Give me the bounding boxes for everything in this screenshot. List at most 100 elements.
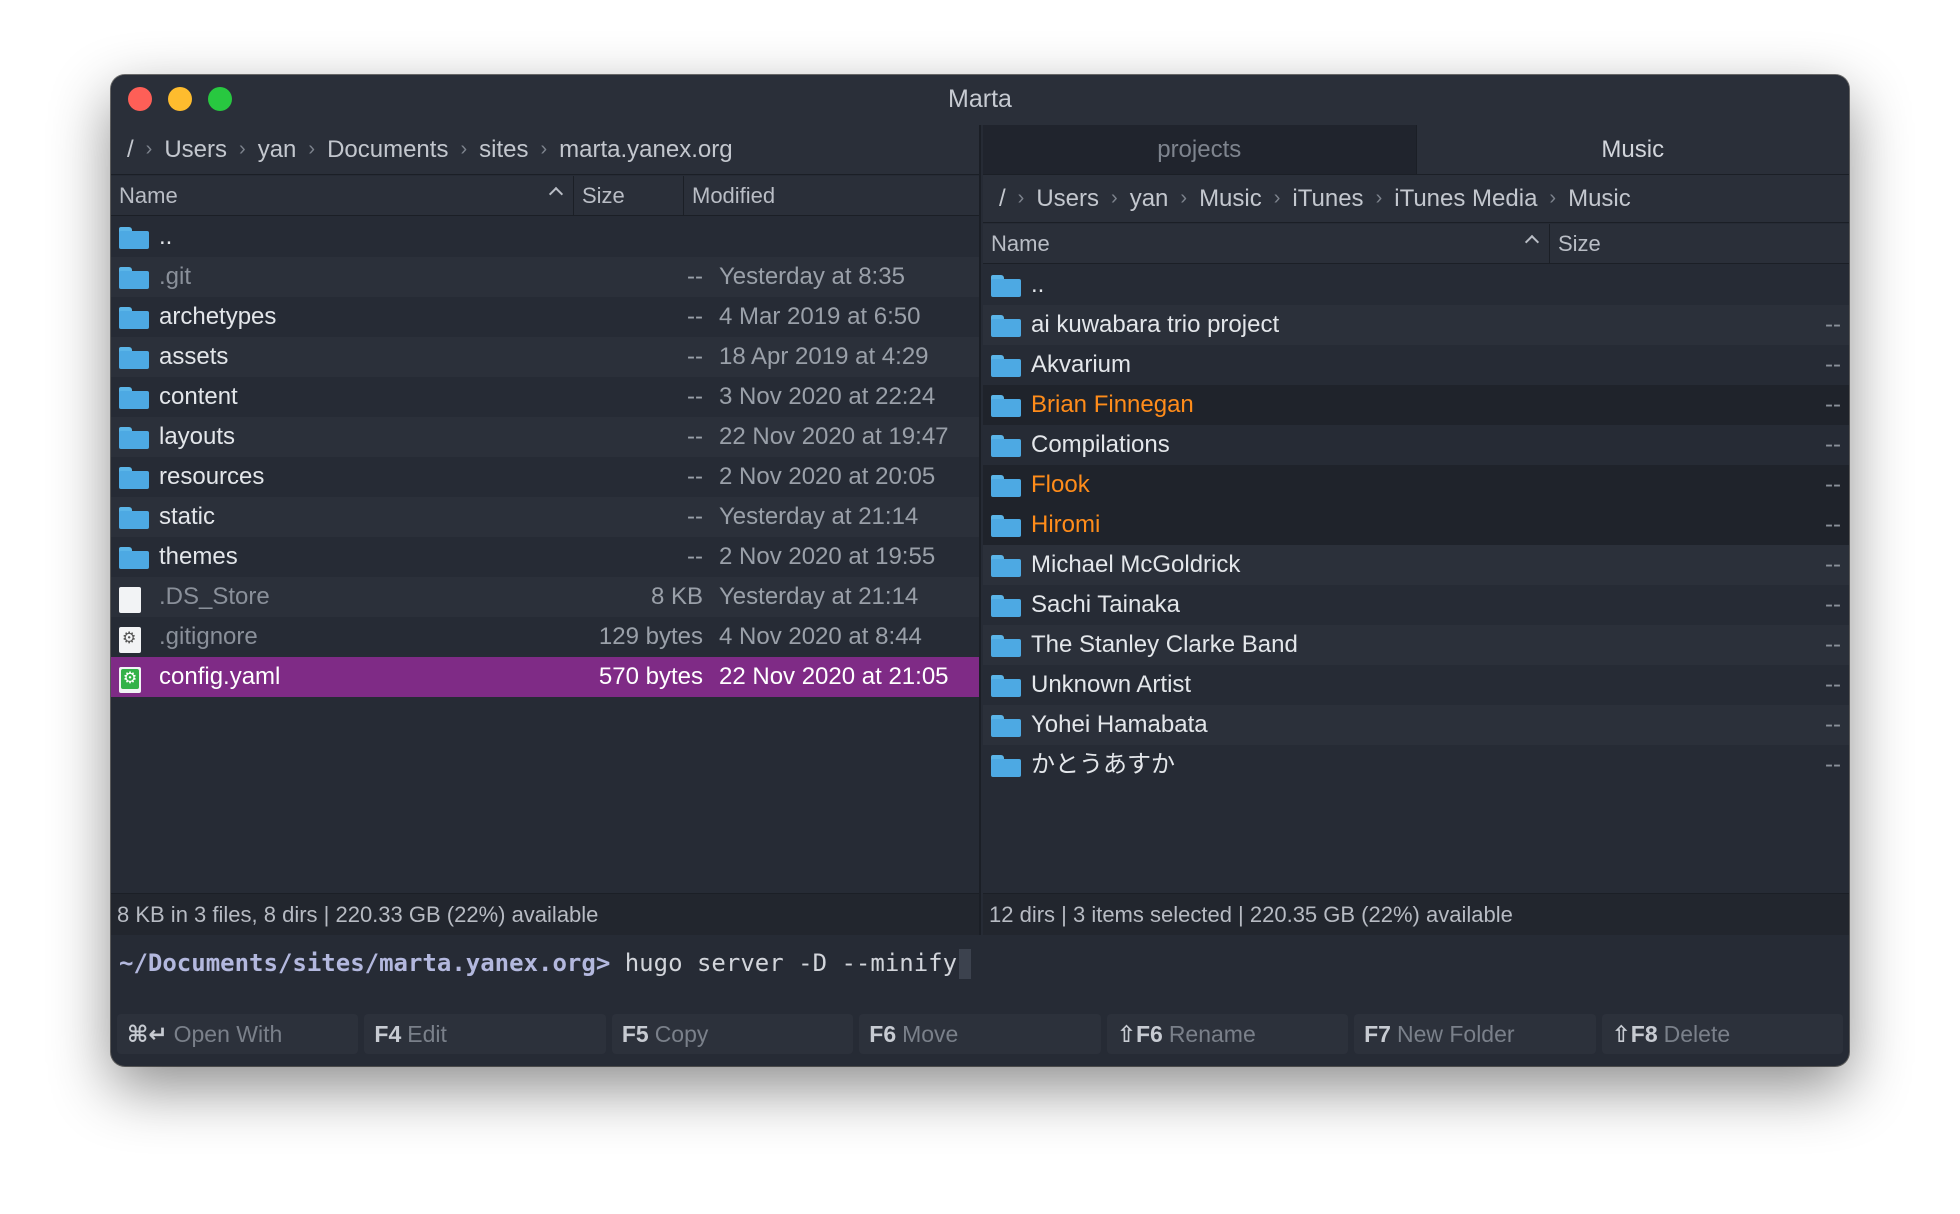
folder-icon — [991, 435, 1021, 457]
tab-music[interactable]: Music — [1416, 125, 1849, 175]
breadcrumb-current[interactable]: Music — [1568, 185, 1631, 213]
delete-button[interactable]: ⇧F8 Delete — [1601, 1014, 1843, 1054]
chevron-right-icon: › — [540, 138, 548, 160]
list-item[interactable]: .gitignore 129 bytes 4 Nov 2020 at 8:44 — [111, 617, 979, 657]
folder-icon — [991, 355, 1021, 377]
chevron-right-icon: › — [1111, 187, 1118, 209]
breadcrumb-yan[interactable]: yan — [258, 136, 297, 164]
breadcrumb-sites[interactable]: sites — [479, 136, 528, 164]
function-key-bar: ⌘↵ Open With F4 Edit F5 Copy F6 Move ⇧F6 Rena… — [111, 1014, 1849, 1058]
text-cursor — [959, 949, 972, 979]
title-bar[interactable]: Marta — [111, 75, 1849, 125]
folder-icon — [119, 227, 149, 249]
chevron-right-icon: › — [1375, 187, 1383, 209]
folder-icon — [119, 267, 149, 289]
right-column-header: Name Size — [983, 224, 1849, 264]
terminal-command[interactable]: hugo server -D --minify — [610, 949, 957, 977]
column-name[interactable]: Name — [983, 224, 1549, 264]
list-item[interactable]: .. — [111, 217, 979, 257]
right-panel[interactable]: projects Music / › Users › yan › Music ›… — [983, 125, 1849, 935]
list-item-marked[interactable]: Brian Finnegan -- — [983, 385, 1849, 425]
window-title: Marta — [948, 85, 1012, 113]
move-button[interactable]: F6 Move — [859, 1014, 1101, 1054]
list-item[interactable]: Sachi Tainaka -- — [983, 585, 1849, 625]
list-item[interactable]: themes -- 2 Nov 2020 at 19:55 — [111, 537, 979, 577]
left-status-bar: 8 KB in 3 files, 8 dirs | 220.33 GB (22%… — [111, 893, 979, 935]
folder-icon — [119, 307, 149, 329]
yaml-file-icon — [119, 667, 141, 693]
tab-bar: projects Music — [983, 125, 1849, 175]
tab-projects[interactable]: projects — [983, 125, 1417, 175]
folder-icon — [119, 547, 149, 569]
breadcrumb-documents[interactable]: Documents — [327, 136, 448, 164]
breadcrumb-music[interactable]: Music — [1199, 185, 1262, 213]
left-column-header: Name Size Modified — [111, 176, 979, 216]
breadcrumb-current[interactable]: marta.yanex.org — [559, 136, 732, 164]
terminal-input[interactable]: ~/Documents/sites/marta.yanex.org> hugo … — [111, 935, 1849, 1007]
open-with-button[interactable]: ⌘↵ Open With — [117, 1014, 359, 1054]
list-item[interactable]: archetypes -- 4 Mar 2019 at 6:50 — [111, 297, 979, 337]
folder-icon — [991, 555, 1021, 577]
list-item[interactable]: .. — [983, 265, 1849, 305]
chevron-right-icon: › — [1180, 187, 1188, 209]
left-file-list[interactable]: .. .git -- Yesterday at 8:35 archetypes … — [111, 217, 979, 697]
terminal-prompt: ~/Documents/sites/marta.yanex.org> — [119, 949, 611, 977]
chevron-right-icon: › — [460, 138, 468, 160]
copy-button[interactable]: F5 Copy — [611, 1014, 854, 1054]
rename-button[interactable]: ⇧F6 Rename — [1106, 1014, 1349, 1054]
folder-icon — [119, 507, 149, 529]
list-item[interactable]: ai kuwabara trio project -- — [983, 305, 1849, 345]
left-breadcrumb: / › Users › yan › Documents › sites › ma… — [111, 125, 979, 175]
list-item-marked[interactable]: Flook -- — [983, 465, 1849, 505]
folder-icon — [991, 395, 1021, 417]
right-status-bar: 12 dirs | 3 items selected | 220.35 GB (… — [983, 893, 1849, 935]
list-item[interactable]: Compilations -- — [983, 425, 1849, 465]
marta-window: Marta / › Users › yan › Documents › site… — [111, 75, 1849, 1066]
folder-icon — [991, 595, 1021, 617]
chevron-right-icon: › — [239, 138, 246, 160]
folder-icon — [991, 515, 1021, 537]
right-breadcrumb: / › Users › yan › Music › iTunes › iTune… — [983, 175, 1849, 223]
sort-ascending-icon — [1524, 234, 1540, 250]
folder-icon — [119, 347, 149, 369]
list-item[interactable]: .git -- Yesterday at 8:35 — [111, 257, 979, 297]
list-item[interactable]: Michael McGoldrick -- — [983, 545, 1849, 585]
list-item[interactable]: Yohei Hamabata -- — [983, 705, 1849, 745]
config-file-icon — [119, 627, 141, 653]
breadcrumb-itunes[interactable]: iTunes — [1292, 185, 1363, 213]
edit-button[interactable]: F4 Edit — [364, 1014, 606, 1054]
column-size[interactable]: Size — [1549, 224, 1849, 264]
list-item[interactable]: resources -- 2 Nov 2020 at 20:05 — [111, 457, 979, 497]
list-item[interactable]: The Stanley Clarke Band -- — [983, 625, 1849, 665]
column-size[interactable]: Size — [573, 176, 683, 216]
list-item[interactable]: .DS_Store 8 KB Yesterday at 21:14 — [111, 577, 979, 617]
list-item-selected[interactable]: config.yaml 570 bytes 22 Nov 2020 at 21:… — [111, 657, 979, 697]
column-name-label: Name — [991, 231, 1050, 256]
list-item[interactable]: Unknown Artist -- — [983, 665, 1849, 705]
folder-icon — [991, 715, 1021, 737]
breadcrumb-itunes-media[interactable]: iTunes Media — [1394, 185, 1537, 213]
breadcrumb-root[interactable]: / — [999, 185, 1006, 213]
list-item[interactable]: かとうあすか -- — [983, 745, 1849, 785]
new-folder-button[interactable]: F7 New Folder — [1354, 1014, 1596, 1054]
chevron-right-icon: › — [1549, 187, 1557, 209]
column-name[interactable]: Name — [111, 176, 573, 216]
list-item[interactable]: Akvarium -- — [983, 345, 1849, 385]
breadcrumb-yan[interactable]: yan — [1130, 185, 1169, 213]
folder-icon — [119, 467, 149, 489]
list-item[interactable]: static -- Yesterday at 21:14 — [111, 497, 979, 537]
folder-icon — [991, 315, 1021, 337]
folder-icon — [119, 427, 149, 449]
list-item[interactable]: content -- 3 Nov 2020 at 22:24 — [111, 377, 979, 417]
right-file-list[interactable]: .. ai kuwabara trio project -- Akvarium … — [983, 265, 1849, 785]
list-item[interactable]: assets -- 18 Apr 2019 at 4:29 — [111, 337, 979, 377]
chevron-right-icon: › — [145, 138, 153, 160]
breadcrumb-root[interactable]: / — [127, 136, 134, 164]
breadcrumb-users[interactable]: Users — [164, 136, 227, 164]
column-modified[interactable]: Modified — [683, 176, 979, 216]
list-item[interactable]: layouts -- 22 Nov 2020 at 19:47 — [111, 417, 979, 457]
folder-icon — [991, 755, 1021, 777]
left-panel[interactable]: / › Users › yan › Documents › sites › ma… — [111, 125, 981, 935]
breadcrumb-users[interactable]: Users — [1036, 185, 1099, 213]
list-item-marked[interactable]: Hiromi -- — [983, 505, 1849, 545]
